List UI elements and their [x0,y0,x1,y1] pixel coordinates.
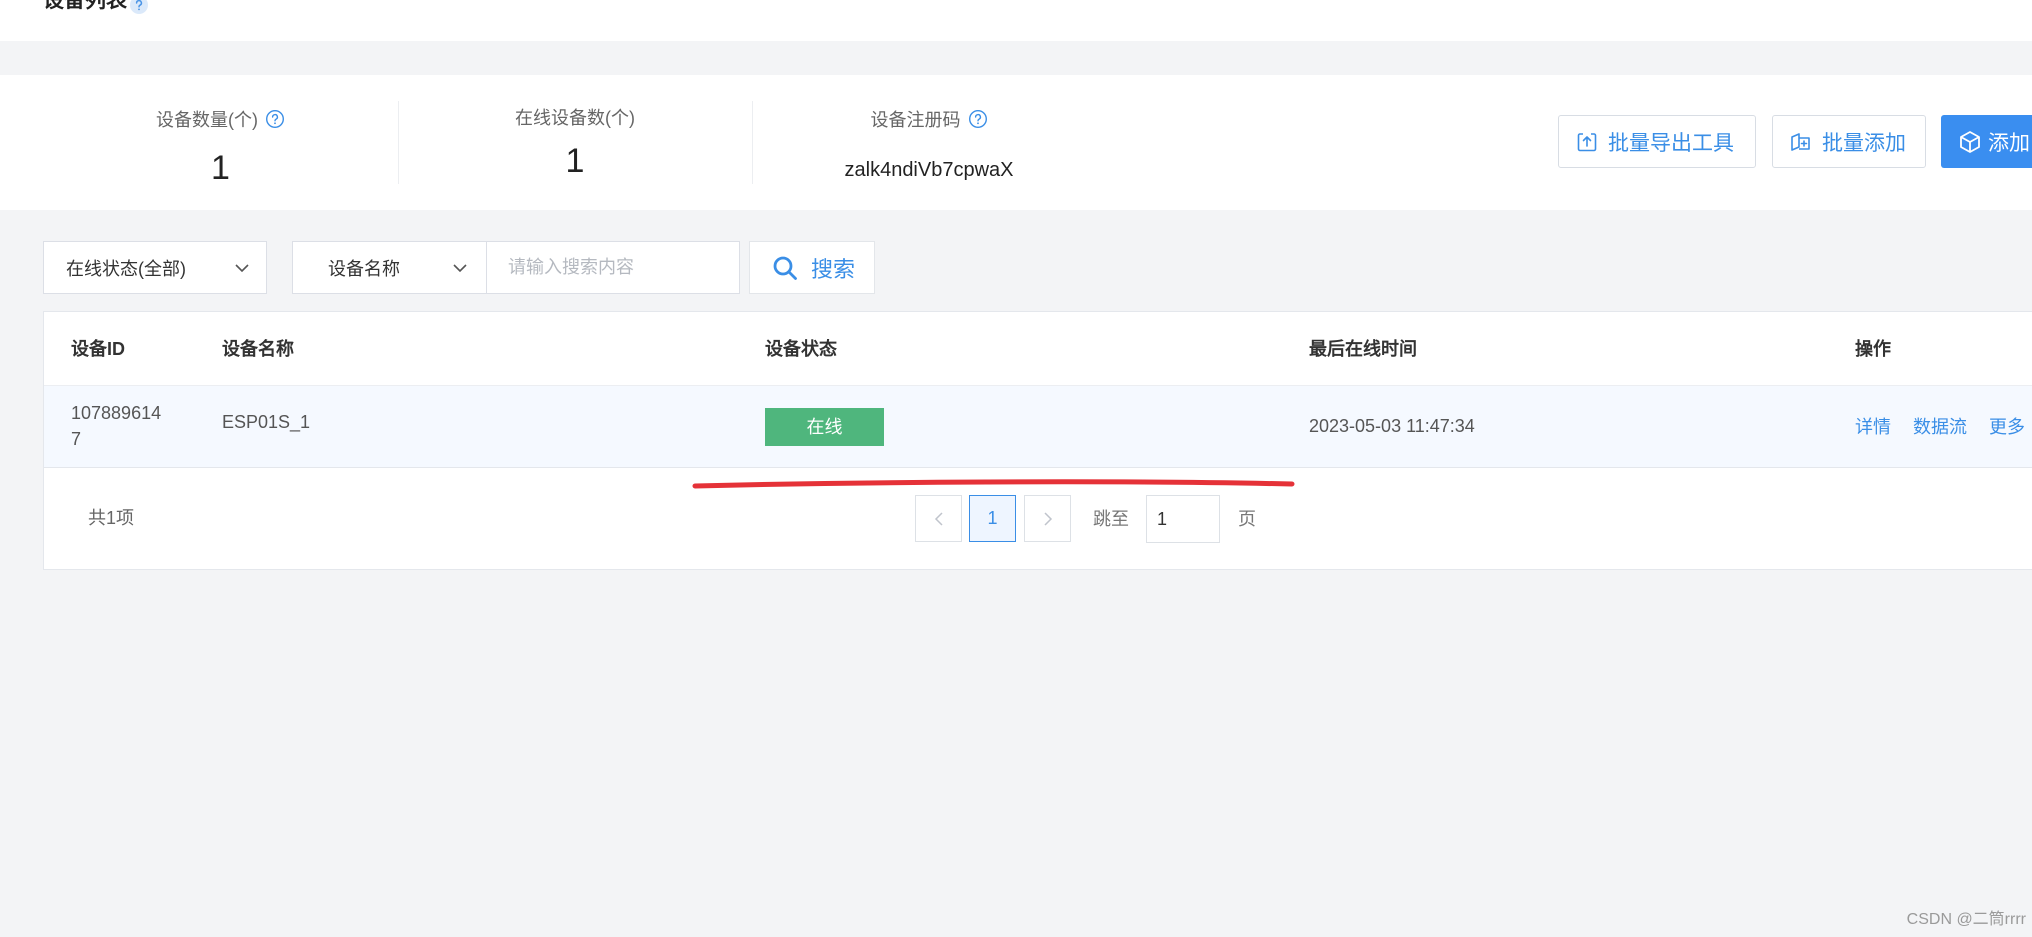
cube-icon [1957,129,1983,155]
add-device-button[interactable]: 添加 [1941,115,2032,168]
page-button-current[interactable]: 1 [969,495,1016,542]
jump-to-label: 跳至 [1093,509,1129,529]
search-input[interactable] [487,241,740,294]
chevron-left-icon [934,511,944,527]
column-header-actions: 操作 [1855,339,1891,359]
question-circle-icon[interactable] [130,0,148,14]
column-header-device-name: 设备名称 [222,339,294,359]
device-name-cell: ESP01S_1 [222,412,311,432]
details-link[interactable]: 详情 [1855,413,1891,439]
stat-label-row: 设备注册码 [752,107,1106,131]
batch-add-icon [1789,130,1813,154]
watermark: CSDN @二筒rrrr [1906,911,2026,928]
page-suffix-label: 页 [1238,509,1256,529]
online-status-select[interactable]: 在线状态(全部) [43,241,267,294]
jump-page-input[interactable] [1146,495,1220,543]
stat-value: 1 [565,142,585,180]
stat-online-count: 在线设备数(个) 1 [398,75,752,210]
page-header: 设备列表 [0,0,2032,41]
search-icon [772,255,798,281]
search-field-select-value: 设备名称 [328,258,400,279]
search-button-label: 搜索 [811,256,856,282]
device-id-cell: 1078896147 [71,403,162,449]
chevron-down-icon [235,264,249,273]
table-header: 设备ID 设备名称 设备状态 最后在线时间 操作 [44,312,2032,386]
upload-icon [1575,130,1599,154]
row-actions: 详情 数据流 更多 [1855,386,2025,466]
pagination-total: 共1项 [88,508,135,528]
more-actions-link[interactable]: 更多 [1989,413,2025,439]
page-title: 设备列表 [43,0,127,12]
register-code-value: zalk4ndiVb7cpwaX [844,159,1014,181]
chevron-right-icon [1043,511,1053,527]
search-button[interactable]: 搜索 [749,241,875,294]
stat-register-code: 设备注册码 zalk4ndiVb7cpwaX [752,75,1106,210]
batch-export-label: 批量导出工具 [1608,131,1734,155]
stat-label-row: 设备数量(个) [43,107,398,131]
status-badge: 在线 [765,408,884,446]
batch-add-label: 批量添加 [1822,131,1906,155]
stats-panel: 设备数量(个) 1 在线设备数(个) 1 设备注册码 zalk4ndiVb7cp… [0,75,2032,210]
column-header-device-id: 设备ID [71,339,125,359]
search-field-select[interactable]: 设备名称 [292,241,487,294]
online-status-select-value: 在线状态(全部) [66,258,186,279]
last-online-cell: 2023-05-03 11:47:34 [1309,416,1475,436]
batch-add-button[interactable]: 批量添加 [1772,115,1926,168]
stat-value: 1 [211,149,230,187]
stat-device-count: 设备数量(个) 1 [43,75,398,210]
stat-label: 在线设备数(个) [515,108,635,128]
next-page-button[interactable] [1024,495,1071,542]
add-device-label: 添加 [1988,131,2030,155]
data-stream-link[interactable]: 数据流 [1913,413,1967,439]
prev-page-button[interactable] [915,495,962,542]
device-table: 设备ID 设备名称 设备状态 最后在线时间 操作 1078896147 ESP0… [43,311,2032,570]
chevron-down-icon [453,264,467,273]
column-header-last-online: 最后在线时间 [1309,339,1417,359]
column-header-device-status: 设备状态 [765,339,837,359]
stat-label: 设备注册码 [870,110,961,130]
batch-export-button[interactable]: 批量导出工具 [1558,115,1756,168]
question-circle-icon[interactable] [968,109,988,129]
stat-label-row: 在线设备数(个) [398,105,752,129]
question-circle-icon[interactable] [265,109,285,129]
table-row[interactable]: 1078896147 ESP01S_1 在线 2023-05-03 11:47:… [44,386,2032,468]
stat-label: 设备数量(个) [156,110,258,130]
